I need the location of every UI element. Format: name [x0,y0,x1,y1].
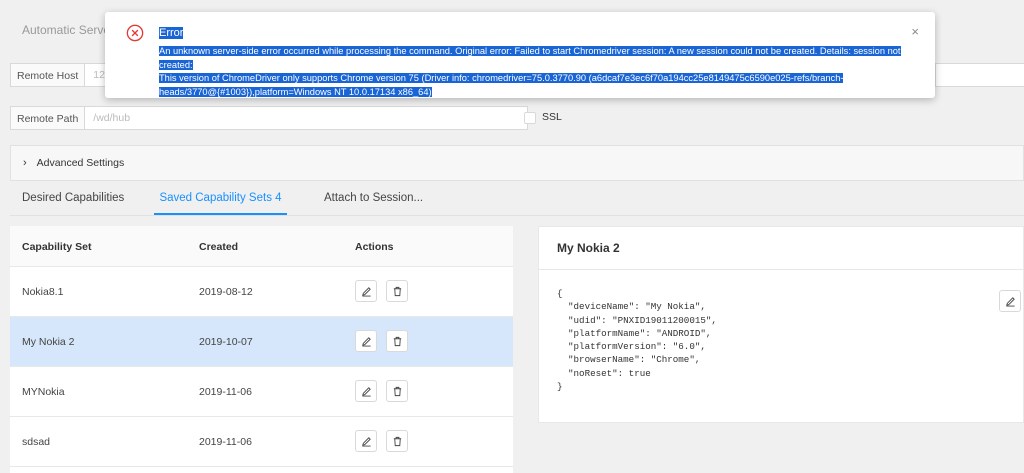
close-icon[interactable]: × [911,24,919,39]
ssl-checkbox[interactable] [524,112,536,124]
delete-button[interactable] [386,280,408,302]
edit-icon [361,386,371,397]
trash-icon [393,336,401,346]
edit-capabilities-button[interactable] [999,290,1021,312]
delete-button[interactable] [386,380,408,402]
trash-icon [393,286,401,296]
row-name: MYNokia [22,386,65,398]
remote-port-input[interactable] [935,63,1024,87]
edit-button[interactable] [355,280,377,302]
edit-button[interactable] [355,330,377,352]
capability-detail-panel: My Nokia 2 { "deviceName": "My Nokia", "… [538,226,1024,423]
edit-icon [1005,296,1015,307]
error-title: Error [159,27,184,39]
edit-button[interactable] [355,380,377,402]
remote-path-label: Remote Path [10,106,86,130]
detail-title: My Nokia 2 [539,227,1023,270]
chevron-right-icon: › [23,157,27,169]
row-created: 2019-11-06 [199,386,252,398]
ssl-label: SSL [542,111,562,123]
edit-button[interactable] [355,430,377,452]
header-created: Created [199,241,239,253]
tab-saved-capability-sets[interactable]: Saved Capability Sets 4 [154,185,287,215]
edit-icon [361,336,371,347]
tab-desired-capabilities[interactable]: Desired Capabilities [22,185,124,215]
error-message: An unknown server-side error occurred wh… [159,45,919,99]
error-title-text: Error [159,27,184,39]
table-row[interactable]: My Nokia 2 2019-10-07 [10,317,513,367]
error-circle-icon [126,24,144,42]
row-created: 2019-08-12 [199,286,253,298]
delete-button[interactable] [386,430,408,452]
table-row[interactable]: Nokia8.1 2019-08-12 [10,267,513,317]
remote-path-row: Remote Path /wd/hub [10,106,529,130]
edit-icon [361,436,371,447]
capability-json: { "deviceName": "My Nokia", "udid": "PNX… [557,288,717,393]
remote-host-label: Remote Host [10,63,86,87]
trash-icon [393,386,401,396]
table-header: Capability Set Created Actions [10,226,513,267]
tab-attach-to-session[interactable]: Attach to Session... [324,185,423,215]
error-line-3: heads/3770@{#1003}),platform=Windows NT … [159,86,432,97]
row-name: My Nokia 2 [22,336,75,348]
edit-icon [361,286,371,297]
row-created: 2019-11-06 [199,436,252,448]
error-notification: Error An unknown server-side error occur… [105,12,935,98]
table-row[interactable]: sdsad 2019-11-06 [10,417,513,467]
header-capability-set: Capability Set [22,241,92,253]
error-line-2: This version of ChromeDriver only suppor… [159,73,844,83]
trash-icon [393,436,401,446]
table-row[interactable]: MYNokia 2019-11-06 [10,367,513,417]
row-name: Nokia8.1 [22,286,64,298]
header-actions: Actions [355,241,394,253]
row-created: 2019-10-07 [199,336,253,348]
delete-button[interactable] [386,330,408,352]
advanced-settings-label: Advanced Settings [36,157,125,169]
tab-bar: Desired Capabilities Saved Capability Se… [10,185,1024,216]
remote-path-input[interactable]: /wd/hub [85,106,529,130]
error-line-1: An unknown server-side error occurred wh… [159,46,901,70]
advanced-settings-panel[interactable]: › Advanced Settings [10,145,1024,181]
capability-sets-table: Capability Set Created Actions Nokia8.1 … [10,226,513,473]
row-name: sdsad [22,436,51,448]
